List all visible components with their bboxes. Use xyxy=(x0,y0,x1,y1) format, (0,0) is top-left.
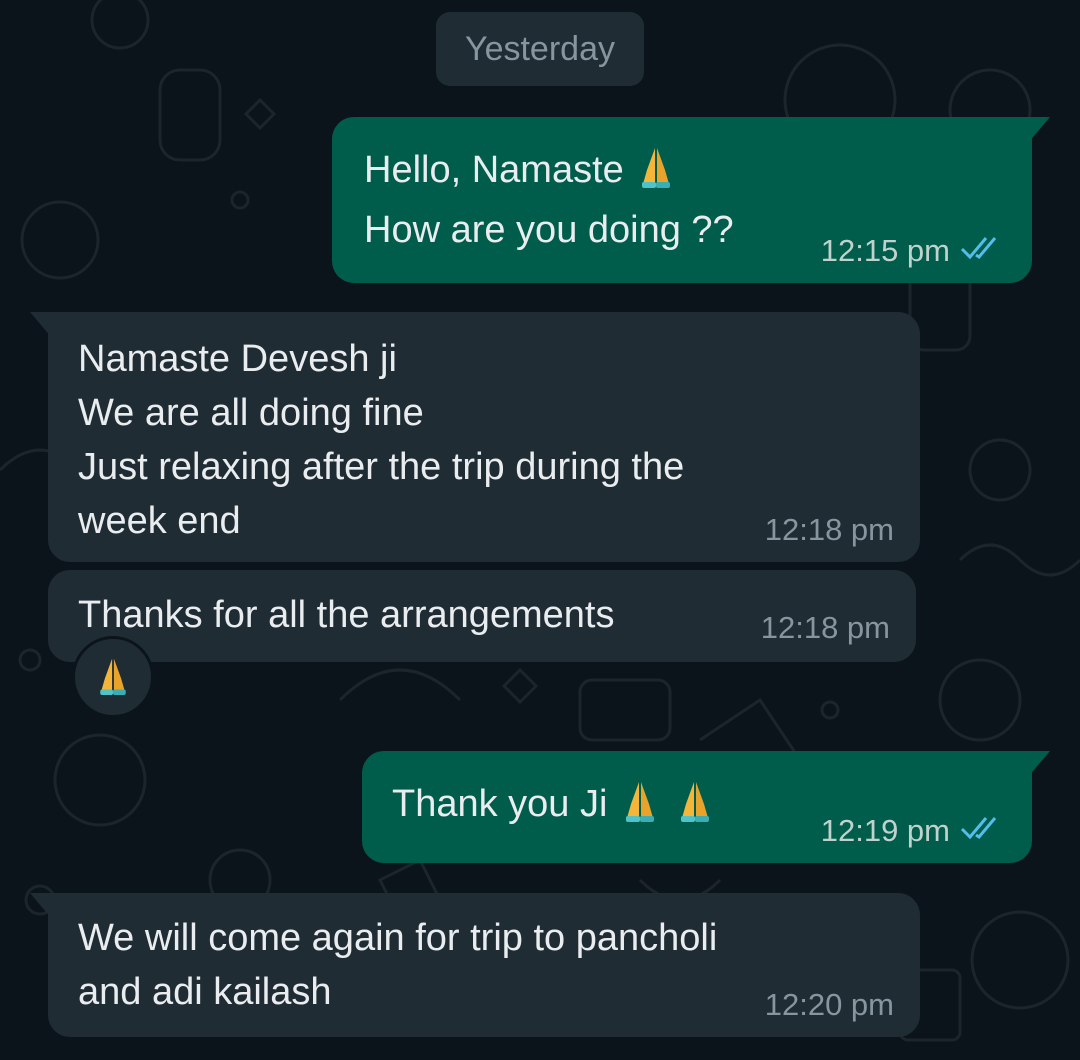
folded-hands-emoji xyxy=(673,778,717,837)
reaction-badge[interactable] xyxy=(72,636,154,718)
read-receipt-icon xyxy=(960,231,1006,271)
folded-hands-emoji xyxy=(634,144,678,203)
message-time: 12:15 pm xyxy=(820,233,950,268)
bubble-tail xyxy=(1028,751,1050,777)
message-bubble-incoming[interactable]: Namaste Devesh ji We are all doing fine … xyxy=(30,312,920,562)
message-time: 12:19 pm xyxy=(820,813,950,848)
message-meta: 12:18 pm xyxy=(761,608,890,648)
bubble-tail xyxy=(30,893,52,919)
message-meta: 12:19 pm xyxy=(821,811,1006,851)
message-meta: 12:15 pm xyxy=(821,231,1006,271)
message-bubble-incoming[interactable]: We will come again for trip to pancholi … xyxy=(30,893,920,1037)
message-bubble-incoming[interactable]: Thanks for all the arrangements 12:18 pm xyxy=(48,570,916,662)
read-receipt-icon xyxy=(960,811,1006,851)
message-time: 12:18 pm xyxy=(764,512,894,547)
bubble-tail xyxy=(30,312,52,338)
message-time: 12:20 pm xyxy=(764,987,894,1022)
folded-hands-emoji xyxy=(618,778,662,837)
message-bubble-outgoing[interactable]: Thank you Ji 12:19 pm xyxy=(362,751,1050,863)
folded-hands-emoji xyxy=(93,655,133,700)
message-meta: 12:18 pm xyxy=(765,510,894,550)
message-bubble-outgoing[interactable]: Hello, Namaste How are you doing ?? 12:1… xyxy=(332,117,1050,283)
message-meta: 12:20 pm xyxy=(765,985,894,1025)
bubble-tail xyxy=(1028,117,1050,143)
date-separator: Yesterday xyxy=(436,12,644,86)
message-time: 12:18 pm xyxy=(760,610,890,645)
